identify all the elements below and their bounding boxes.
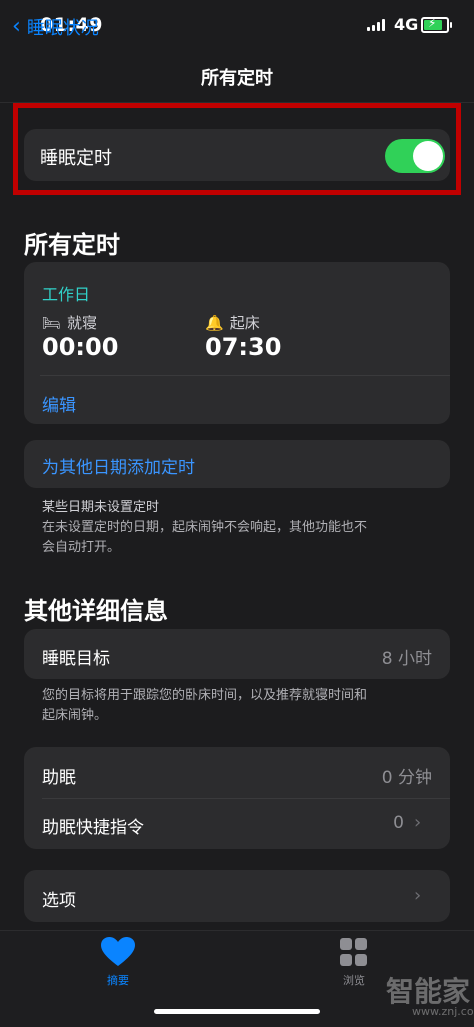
unscheduled-note-line2: 会自动打开。 [42,540,121,555]
details-heading: 其他详细信息 [24,597,168,625]
divider [40,375,450,376]
back-button[interactable]: ‹ 睡眠状况 [12,14,99,40]
watermark-url: www.znj.com [412,1005,474,1018]
sleep-goal-label: 睡眠目标 [42,649,110,669]
wake-value: 07:30 [205,333,282,361]
unscheduled-note-line1: 在未设置定时的日期，起床闹钟不会响起，其他功能也不 [42,520,368,535]
goal-note-line1: 您的目标将用于跟踪您的卧床时间，以及推荐就寝时间和 [42,688,368,703]
bed-icon: 🛏 [42,313,62,332]
schedule-days: 工作日 [42,285,91,304]
heart-icon[interactable] [100,936,136,968]
wake-label: 🔔 起床 [205,313,260,333]
edit-schedule-button[interactable]: 编辑 [42,391,76,416]
signal-icon [367,19,385,31]
toggle-knob [413,141,443,171]
options-label: 选项 [42,891,76,911]
winddown-shortcuts-value: 0 [393,813,404,833]
sleep-schedule-label: 睡眠定时 [40,148,112,169]
watermark-logo: 智能家 [386,975,471,1008]
battery-icon: ⚡ [421,16,452,33]
chevron-right-icon: › [414,812,422,833]
bedtime-label: 🛏 就寝 [42,313,98,333]
unscheduled-note-title: 某些日期未设置定时 [42,500,160,515]
winddown-label[interactable]: 助眠 [42,763,76,788]
tab-browse[interactable]: 浏览 [332,972,376,988]
chevron-right-icon: › [414,885,422,906]
back-label: 睡眠状况 [26,18,99,39]
bell-icon: 🔔 [205,313,224,332]
bedtime-value: 00:00 [42,333,119,361]
add-schedule-button[interactable]: 为其他日期添加定时 [42,453,195,478]
grid-icon[interactable] [340,938,368,966]
winddown-value: 0 分钟 [381,768,432,788]
winddown-shortcuts-label[interactable]: 助眠快捷指令 [42,813,144,838]
divider [42,798,450,799]
page-title: 所有定时 [201,68,273,89]
network-type: 4G [394,15,419,34]
sleep-schedule-toggle[interactable] [385,139,445,173]
all-schedules-heading: 所有定时 [24,231,120,259]
options-row[interactable] [24,870,450,922]
tab-summary[interactable]: 摘要 [100,972,136,988]
home-indicator [154,1009,320,1014]
chevron-left-icon: ‹ [12,14,21,39]
goal-note-line2: 起床闹钟。 [42,708,108,723]
sleep-goal-value: 8 小时 [381,649,432,669]
